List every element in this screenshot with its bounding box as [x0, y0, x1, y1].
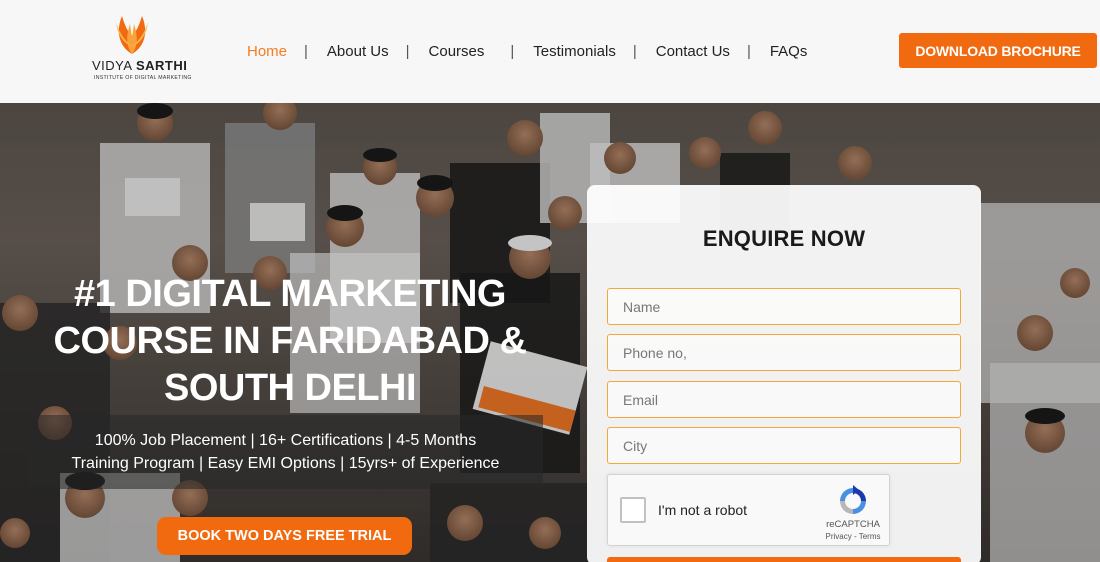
- hero-headline: #1 DIGITAL MARKETING COURSE IN FARIDABAD…: [53, 273, 527, 409]
- nav-separator: |: [510, 42, 515, 60]
- enquiry-title: ENQUIRE NOW: [702, 226, 866, 251]
- city-field[interactable]: [607, 427, 961, 464]
- main-nav: Home | About Us | Courses | Testimonials…: [247, 40, 807, 62]
- email-field[interactable]: [607, 381, 961, 418]
- vidya-sarthi-logo[interactable]: VIDYA SARTHI INSTITUTE OF DIGITAL MARKET…: [92, 12, 192, 84]
- nav-separator: |: [746, 42, 751, 60]
- nav-contact-us[interactable]: Contact Us: [656, 43, 730, 60]
- nav-home[interactable]: Home: [247, 43, 287, 60]
- brand-tagline: INSTITUTE OF DIGITAL MARKETING: [94, 75, 192, 81]
- flame-logo-icon: [116, 16, 148, 54]
- name-field[interactable]: [607, 288, 961, 325]
- hero-subtext: 100% Job Placement | 16+ Certifications …: [71, 432, 500, 472]
- nav-separator: |: [304, 42, 308, 60]
- submit-button[interactable]: [607, 557, 961, 562]
- site-header: VIDYA SARTHI INSTITUTE OF DIGITAL MARKET…: [0, 0, 1100, 103]
- nav-separator: |: [632, 42, 637, 60]
- download-brochure-button[interactable]: DOWNLOAD BROCHURE: [899, 33, 1097, 68]
- recaptcha-widget: I'm not a robot reCAPTCHA Privacy - Term…: [607, 474, 890, 546]
- nav-separator: |: [405, 42, 410, 60]
- enquiry-form: ENQUIRE NOW I'm not a robot reCAPTCHA Pr…: [587, 185, 981, 562]
- nav-testimonials[interactable]: Testimonials: [533, 43, 616, 60]
- hero-section: #1 DIGITAL MARKETING COURSE IN FARIDABAD…: [0, 103, 1100, 562]
- nav-faqs[interactable]: FAQs: [770, 43, 808, 60]
- brand-name: VIDYA SARTHI: [92, 58, 188, 73]
- recaptcha-icon: [840, 485, 866, 514]
- recaptcha-label: I'm not a robot: [658, 502, 748, 518]
- nav-about-us[interactable]: About Us: [327, 43, 389, 60]
- recaptcha-checkbox[interactable]: [620, 497, 646, 523]
- nav-courses[interactable]: Courses: [429, 43, 485, 60]
- phone-field[interactable]: [607, 334, 961, 371]
- recaptcha-name: reCAPTCHA: [826, 519, 880, 530]
- recaptcha-privacy-terms[interactable]: Privacy - Terms: [808, 532, 898, 541]
- book-free-trial-button[interactable]: BOOK TWO DAYS FREE TRIAL: [157, 517, 412, 555]
